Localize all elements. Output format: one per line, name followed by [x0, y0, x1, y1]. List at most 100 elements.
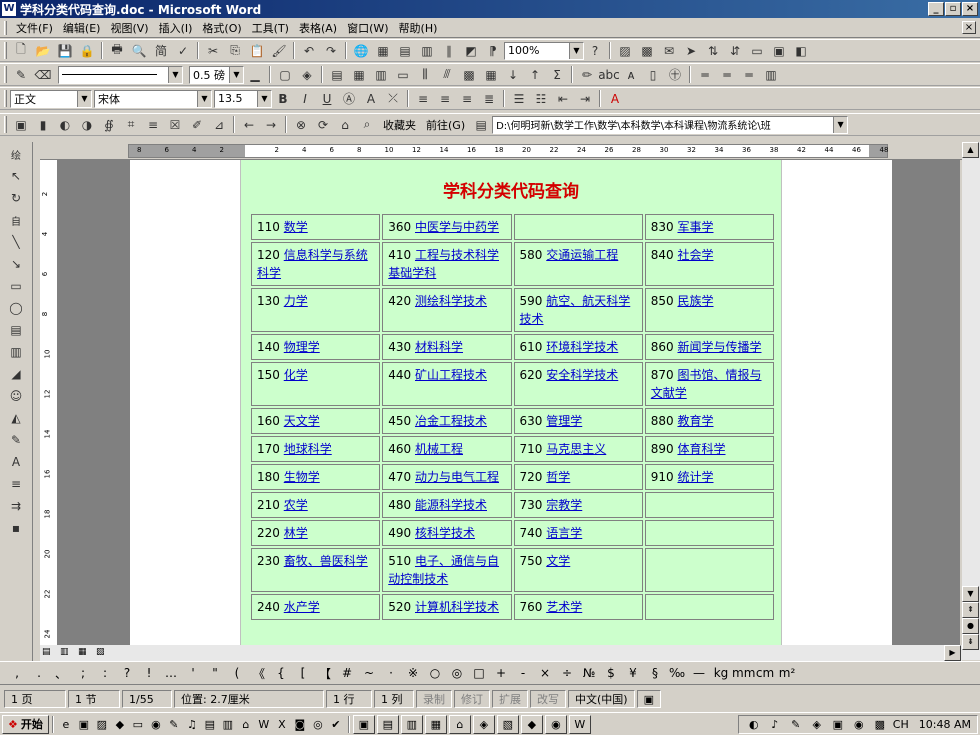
outline-icon[interactable]: ◧	[790, 41, 812, 61]
tables-borders-icon[interactable]: ▦	[372, 41, 394, 61]
subject-link[interactable]: 天文学	[284, 414, 320, 428]
menu-window[interactable]: 窗口(W)	[342, 20, 393, 36]
symbol-button[interactable]: (	[226, 666, 248, 680]
subject-link[interactable]: 力学	[284, 294, 308, 308]
permission-icon[interactable]: 🔒	[76, 41, 98, 61]
symbol-button[interactable]: $	[600, 666, 622, 680]
align-cell-icon[interactable]: ▭	[392, 65, 414, 85]
web-view-icon[interactable]: ▥	[60, 647, 69, 657]
quick-launch-7-icon[interactable]: ✎	[165, 716, 183, 732]
menu-help[interactable]: 帮助(H)	[394, 20, 443, 36]
columns2-icon[interactable]: ▥	[760, 65, 782, 85]
subject-link[interactable]: 宗教学	[546, 498, 582, 512]
style-select[interactable]: 正文 ▼	[10, 89, 92, 108]
stop-icon[interactable]: ⊗	[290, 115, 312, 135]
justify-icon[interactable]: ≣	[478, 89, 500, 109]
select-objects-icon[interactable]: ↖	[5, 166, 27, 186]
page-view-icon[interactable]: ▦	[78, 647, 87, 657]
task-app-2[interactable]: ▤	[376, 714, 399, 734]
symbol-button[interactable]: :	[94, 666, 116, 680]
symbol-button[interactable]: §	[644, 666, 666, 680]
char-border-icon[interactable]: Ⓐ	[338, 89, 360, 109]
numbering-icon[interactable]: ☰	[508, 89, 530, 109]
font-select[interactable]: 宋体 ▼	[94, 89, 212, 108]
task-app-word[interactable]: W	[568, 714, 591, 734]
line-3-icon[interactable]: ═	[738, 65, 760, 85]
subject-link[interactable]: 语言学	[546, 526, 582, 540]
web-icon-6[interactable]: ⌗	[120, 115, 142, 135]
web-icon-4[interactable]: ◑	[76, 115, 98, 135]
vertical-textbox-icon[interactable]: ▥	[5, 342, 27, 362]
symbol-button[interactable]: …	[160, 666, 182, 680]
zoom-select[interactable]: 100% ▼	[504, 41, 584, 60]
symbol-button[interactable]: cm	[754, 666, 776, 680]
web-icon-2[interactable]: ▮	[32, 115, 54, 135]
copy-icon[interactable]: ⎘	[224, 41, 246, 61]
symbol-button[interactable]: ;	[72, 666, 94, 680]
oval-tool-icon[interactable]: ◯	[5, 298, 27, 318]
maximize-button[interactable]: ▫	[945, 2, 961, 16]
wordart-icon[interactable]: ᴀ	[620, 65, 642, 85]
underline-button[interactable]: U	[316, 89, 338, 109]
task-app-9[interactable]: ◉	[544, 714, 567, 734]
symbol-button[interactable]: {	[270, 666, 292, 680]
subject-link[interactable]: 地球科学	[284, 442, 332, 456]
word-app-icon[interactable]: W	[2, 2, 16, 16]
distribute-rows-icon[interactable]: ⫼	[414, 65, 436, 85]
line-width-select[interactable]: 0.5 磅 ▼	[189, 65, 244, 84]
web-icon-8[interactable]: ☒	[164, 115, 186, 135]
goto-menu[interactable]: 前往(G)	[421, 117, 470, 133]
border-outline-icon[interactable]: ▢	[274, 65, 296, 85]
menu-file[interactable]: 文件(F)	[11, 20, 58, 36]
tray-icon-4[interactable]: ◈	[808, 716, 826, 732]
next-page-button[interactable]: ⇟	[962, 634, 979, 650]
document-area[interactable]: 学科分类代码查询 110 数学 360 中医学与中药学 830 军事学 120 信息科…	[58, 160, 960, 645]
insert-chart-icon[interactable]: ▨	[614, 41, 636, 61]
shading-color-icon[interactable]: ◈	[296, 65, 318, 85]
quick-launch-12-icon[interactable]: W	[255, 716, 273, 732]
tray-icon-8[interactable]: CH	[892, 716, 910, 732]
web-icon-1[interactable]: ▣	[10, 115, 32, 135]
help-icon[interactable]: ?	[584, 41, 606, 61]
open-folder-icon[interactable]: 📂	[32, 41, 54, 61]
symbol-button[interactable]: ~	[358, 666, 380, 680]
line-2-icon[interactable]: ═	[716, 65, 738, 85]
simplified-chinese-icon[interactable]: 简	[150, 41, 172, 61]
symbol-button[interactable]: ·	[380, 666, 402, 680]
refresh-icon[interactable]: ⟳	[312, 115, 334, 135]
cut-icon[interactable]: ✂	[202, 41, 224, 61]
quick-launch-5-icon[interactable]: ▭	[129, 716, 147, 732]
quick-launch-6-icon[interactable]: ◉	[147, 716, 165, 732]
quick-launch-ie-icon[interactable]: e	[57, 716, 75, 732]
italic-button[interactable]: I	[294, 89, 316, 109]
tray-icon-5[interactable]: ▣	[829, 716, 847, 732]
subject-link[interactable]: 环境科学技术	[546, 340, 618, 354]
split-cells-icon[interactable]: ▥	[370, 65, 392, 85]
text-box-icon[interactable]: ▯	[642, 65, 664, 85]
subject-link[interactable]: 生物学	[284, 470, 320, 484]
merge-icon[interactable]: ▣	[768, 41, 790, 61]
web-icon-9[interactable]: ✐	[186, 115, 208, 135]
subject-link[interactable]: 能源科学技术	[415, 498, 487, 512]
subject-link[interactable]: 水产学	[284, 600, 320, 614]
align-left-icon[interactable]: ≡	[412, 89, 434, 109]
scroll-down-button[interactable]: ▼	[962, 586, 979, 602]
subject-link[interactable]: 交通运输工程	[546, 248, 618, 262]
columns-icon[interactable]: ∥	[438, 41, 460, 61]
task-app-3[interactable]: ▥	[400, 714, 423, 734]
symbol-button[interactable]: #	[336, 666, 358, 680]
subject-link[interactable]: 统计学	[677, 470, 713, 484]
symbol-button[interactable]: m²	[776, 666, 798, 680]
line-style-icon[interactable]: ≡	[5, 474, 27, 494]
tray-icon-7[interactable]: ▩	[871, 716, 889, 732]
line-style-select[interactable]: ▼	[58, 65, 183, 84]
send-icon[interactable]: ➤	[680, 41, 702, 61]
subject-link[interactable]: 核科学技术	[415, 526, 475, 540]
web-icon-7[interactable]: ≡	[142, 115, 164, 135]
font-size-select[interactable]: 13.5 ▼	[214, 89, 272, 108]
symbol-button[interactable]: !	[138, 666, 160, 680]
subject-link[interactable]: 数学	[284, 220, 308, 234]
subject-link[interactable]: 机械工程	[415, 442, 463, 456]
symbol-button[interactable]: □	[468, 666, 490, 680]
print-preview-icon[interactable]: 🔍	[128, 41, 150, 61]
